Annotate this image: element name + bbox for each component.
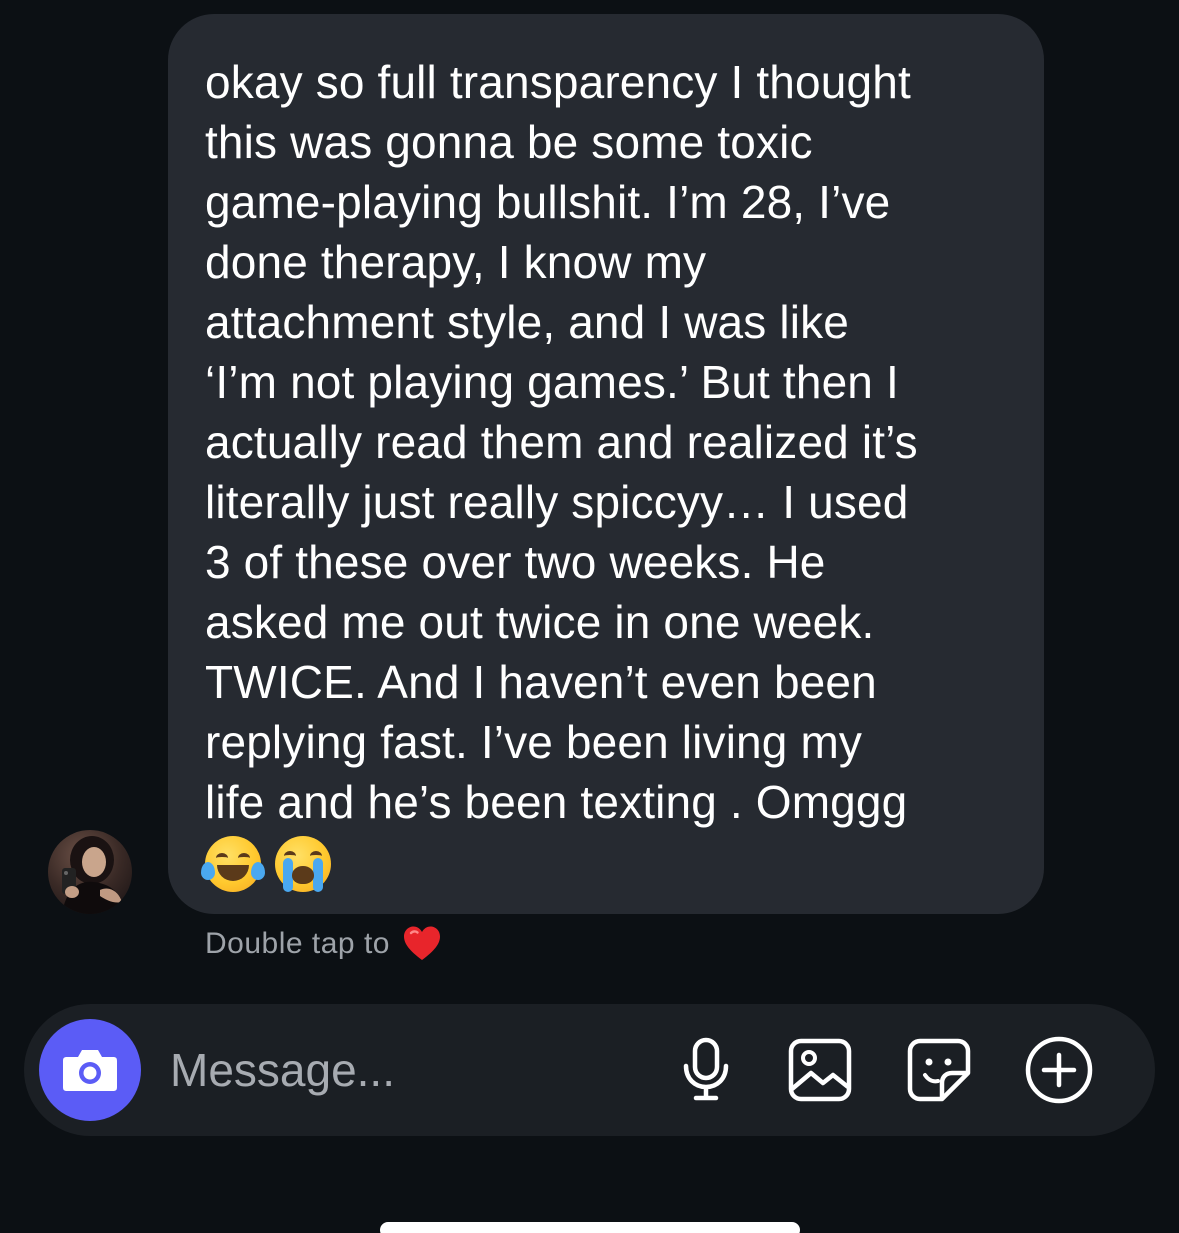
- image-icon: [788, 1038, 852, 1102]
- home-indicator[interactable]: [380, 1222, 800, 1233]
- camera-icon: [63, 1050, 117, 1091]
- microphone-icon: [683, 1037, 729, 1101]
- red-heart-icon: [403, 926, 440, 960]
- message-emoji-row: [201, 834, 1014, 894]
- message-text: okay so full transparency I thought this…: [205, 56, 918, 828]
- microphone-button[interactable]: [668, 1032, 744, 1108]
- sender-avatar[interactable]: [48, 830, 132, 914]
- message-input[interactable]: [170, 1040, 640, 1100]
- face-with-tears-of-joy-icon: [201, 836, 265, 892]
- sticker-icon: [907, 1038, 971, 1102]
- loudly-crying-face-icon: [275, 836, 331, 892]
- double-tap-hint: Double tap to: [205, 924, 442, 964]
- message-composer: [24, 1004, 1155, 1136]
- double-tap-label: Double tap to: [205, 927, 390, 960]
- gallery-button[interactable]: [782, 1032, 858, 1108]
- chat-screen: okay so full transparency I thought this…: [0, 0, 1179, 1233]
- avatar-photo: [62, 836, 126, 914]
- sticker-button[interactable]: [901, 1032, 977, 1108]
- camera-button[interactable]: [39, 1019, 141, 1121]
- plus-circle-icon: [1025, 1036, 1093, 1104]
- message-bubble[interactable]: okay so full transparency I thought this…: [168, 14, 1044, 914]
- more-button[interactable]: [1021, 1032, 1097, 1108]
